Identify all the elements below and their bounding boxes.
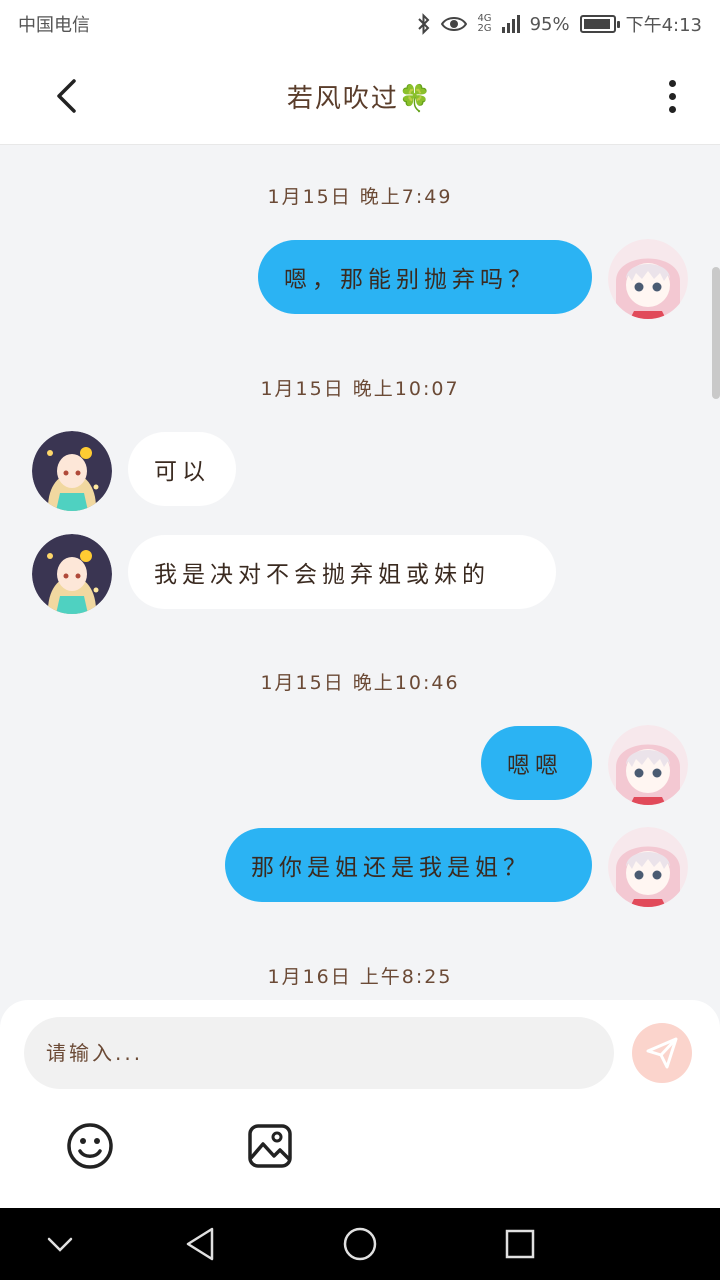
smiley-icon <box>67 1123 113 1169</box>
eye-icon <box>441 17 468 31</box>
scrollbar[interactable] <box>712 267 720 399</box>
chat-title: 若风吹过🍀 <box>286 83 434 114</box>
chat-screen: 中国电信 4G 2G 95% 下午4:13 若风吹过🍀 1月15日 晚上7:49… <box>0 0 720 1280</box>
network-type: 4G 2G <box>477 14 491 34</box>
chevron-down-icon <box>47 1237 73 1252</box>
composer-panel <box>0 1000 720 1208</box>
avatar-self[interactable] <box>608 725 688 805</box>
avatar-contact[interactable] <box>32 431 112 511</box>
chevron-left-icon <box>57 79 76 113</box>
image-icon <box>248 1124 292 1168</box>
timestamp: 1月15日 晚上7:49 <box>267 186 453 208</box>
emoji-button[interactable] <box>66 1122 114 1170</box>
message-input[interactable] <box>24 1017 614 1089</box>
message-list[interactable]: 1月15日 晚上7:49 嗯，那能别抛弃吗？ 1月15日 晚上10:07 可以 … <box>0 144 720 1000</box>
nav-back-button[interactable] <box>180 1224 220 1264</box>
timestamp: 1月16日 上午8:25 <box>267 966 453 988</box>
carrier-label: 中国电信 <box>18 15 90 36</box>
message-bubble-outgoing[interactable]: 嗯嗯 <box>481 726 592 800</box>
system-nav-bar <box>0 1208 720 1280</box>
avatar-contact[interactable] <box>32 534 112 614</box>
image-button[interactable] <box>246 1122 294 1170</box>
clock: 下午4:13 <box>625 15 702 36</box>
nav-home-button[interactable] <box>340 1224 380 1264</box>
battery-fill <box>583 19 611 29</box>
timestamp: 1月15日 晚上10:46 <box>260 672 460 694</box>
nav-collapse-button[interactable] <box>40 1224 80 1264</box>
message-bubble-incoming[interactable]: 可以 <box>128 432 236 506</box>
timestamp: 1月15日 晚上10:07 <box>260 378 460 400</box>
paper-plane-icon <box>646 1037 678 1069</box>
battery-percent: 95% <box>529 13 570 35</box>
square-recent-icon <box>505 1229 535 1259</box>
message-bubble-incoming[interactable]: 我是决对不会抛弃姐或妹的 <box>128 535 556 609</box>
avatar-self[interactable] <box>608 239 688 319</box>
more-options-button[interactable] <box>652 74 692 118</box>
message-bubble-outgoing[interactable]: 嗯，那能别抛弃吗？ <box>258 240 592 314</box>
circle-home-icon <box>343 1227 377 1261</box>
nav-recent-button[interactable] <box>500 1224 540 1264</box>
send-button[interactable] <box>632 1023 692 1083</box>
status-icons: 4G 2G 95% 下午4:13 <box>417 11 702 37</box>
battery-icon <box>579 15 620 33</box>
status-bar: 中国电信 4G 2G 95% 下午4:13 <box>0 0 720 48</box>
back-button[interactable] <box>44 72 88 120</box>
avatar-self[interactable] <box>608 827 688 907</box>
signal-icon <box>501 15 520 33</box>
triangle-back-icon <box>186 1227 214 1261</box>
message-bubble-outgoing[interactable]: 那你是姐还是我是姐？ <box>225 828 592 902</box>
chat-header: 若风吹过🍀 <box>0 48 720 145</box>
bluetooth-icon <box>418 13 430 35</box>
network-type-bottom: 2G <box>477 23 492 34</box>
more-vertical-icon <box>668 79 676 87</box>
